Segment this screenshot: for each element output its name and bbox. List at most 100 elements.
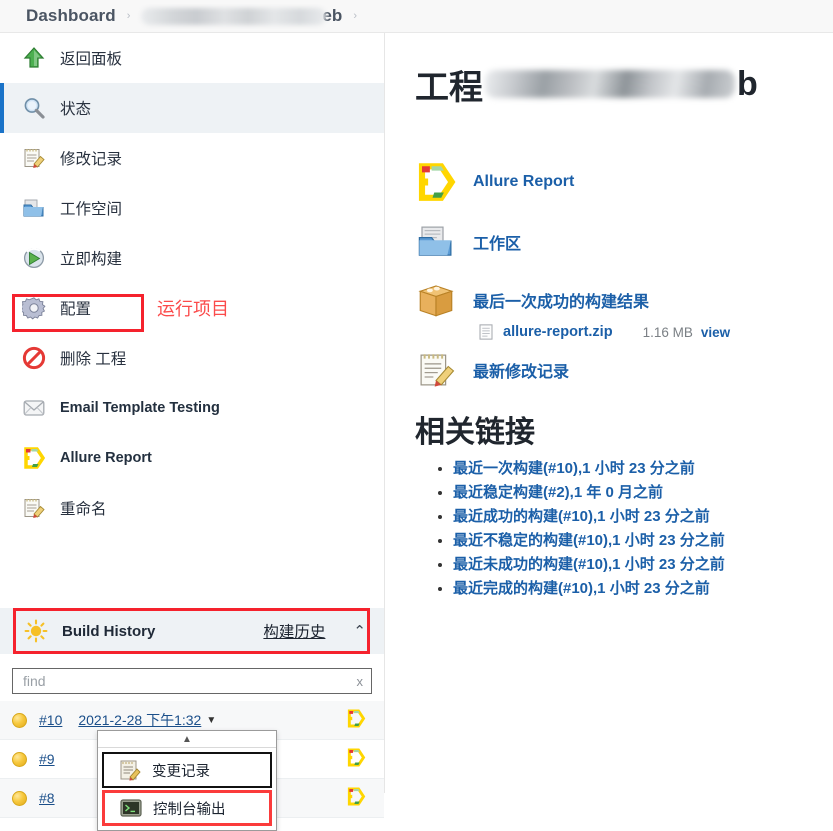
up-arrow-icon [22,46,46,70]
artifact-row: allure-report.zip 1.16 MB view [477,323,833,341]
menu-item-changes-label: 变更记录 [152,763,210,780]
magnifier-icon [22,96,46,120]
notepad-pencil-icon [420,354,455,387]
sidebar-item-2[interactable]: 状态 [0,83,384,133]
sidebar-item-7[interactable]: 删除 工程 [0,333,384,383]
link-row-last-successful-artifacts[interactable]: 最后一次成功的构建结果 [415,279,833,321]
allure-icon [418,163,456,201]
link-last-successful-artifacts[interactable]: 最后一次成功的构建结果 [473,288,649,312]
allure-icon[interactable] [346,748,366,771]
menu-item-changes[interactable]: 变更记录 [102,752,272,788]
sidebar-item-label: Allure Report [60,450,152,466]
related-link[interactable]: 最近完成的构建(#10),1 小时 23 分之前 [453,580,710,597]
document-icon [479,324,493,340]
package-icon [418,285,454,317]
sidebar-item-5[interactable]: 立即构建 [0,233,384,283]
related-link[interactable]: 最近稳定构建(#2),1 年 0 月之前 [453,484,663,501]
link-row-allure-report[interactable]: Allure Report [415,161,833,203]
sidebar-item-label: 立即构建 [60,251,123,268]
allure-icon [22,446,46,470]
main-content: 工程 b Allure Report 工作区 最后一次成功的构建结果 allur… [385,33,833,793]
build-number-link[interactable]: #9 [39,751,55,767]
chevron-down-icon[interactable]: ▼ [206,715,216,726]
link-row-workspace[interactable]: 工作区 [415,221,833,263]
menu-item-console-output[interactable]: 控制台输出 [102,790,272,826]
search-input[interactable] [21,672,357,690]
related-link[interactable]: 最近成功的构建(#10),1 小时 23 分之前 [453,508,710,525]
page-title-prefix: 工程 [415,68,483,107]
breadcrumb-project[interactable]: eb [141,6,342,26]
annotation-run-project: 运行项目 [157,299,229,319]
sidebar-item-label: 修改记录 [60,151,123,168]
artifact-filename[interactable]: allure-report.zip [503,324,613,340]
link-allure-report[interactable]: Allure Report [473,173,574,191]
sidebar-task-list: 返回面板状态修改记录工作空间立即构建配置删除 工程 Email Template … [0,33,384,533]
sidebar-item-9[interactable]: Allure Report [0,433,384,483]
list-item: 最近不稳定的构建(#10),1 小时 23 分之前 [453,529,833,550]
sidebar-item-4[interactable]: 工作空间 [0,183,384,233]
status-ball-icon [12,712,27,728]
artifact-size: 1.16 MB [642,324,693,340]
sidebar: 返回面板状态修改记录工作空间立即构建配置删除 工程 Email Template … [0,33,385,831]
related-link[interactable]: 最近未成功的构建(#10),1 小时 23 分之前 [453,556,725,573]
clear-icon[interactable]: x [357,674,364,689]
allure-icon[interactable] [346,709,366,732]
list-item: 最近未成功的构建(#10),1 小时 23 分之前 [453,553,833,574]
related-links-list: 最近一次构建(#10),1 小时 23 分之前最近稳定构建(#2),1 年 0 … [415,457,833,598]
sidebar-item-label: 状态 [60,101,92,118]
breadcrumb-dashboard[interactable]: Dashboard [26,6,116,26]
link-row-recent-changes[interactable]: 最新修改记录 [415,349,833,391]
menu-item-console-label: 控制台输出 [153,801,226,818]
sidebar-item-label: 返回面板 [60,51,123,68]
breadcrumb: Dashboard › eb › [0,0,833,33]
folder-icon [22,196,46,220]
build-number-link[interactable]: #8 [39,790,55,806]
list-item: 最近成功的构建(#10),1 小时 23 分之前 [453,505,833,526]
console-icon [120,799,142,817]
build-find-box[interactable]: x [12,668,372,694]
list-item: 最近一次构建(#10),1 小时 23 分之前 [453,457,833,478]
sidebar-item-label: 配置 [60,301,92,318]
build-number-link[interactable]: #10 [39,712,62,728]
notepad-pencil-icon [22,146,46,170]
sidebar-item-label: 重命名 [60,501,107,518]
sidebar-item-label: 工作空间 [60,201,123,218]
sidebar-item-1[interactable]: 返回面板 [0,33,384,83]
project-links: Allure Report 工作区 最后一次成功的构建结果 allure-rep… [415,161,833,391]
build-history-header[interactable]: Build History 构建历史 ⌃ [0,608,384,654]
artifact-view-link[interactable]: view [701,325,730,340]
build-date-link[interactable]: 2021-2-28 下午1:32 [78,710,201,730]
redacted-title-text [485,70,735,98]
sidebar-item-label: Email Template Testing [60,400,220,416]
build-context-menu[interactable]: ▲ 变更记录 控制台输出 [97,730,277,831]
sidebar-item-8[interactable]: Email Template Testing [0,383,384,433]
envelope-icon [22,396,46,420]
related-link[interactable]: 最近不稳定的构建(#10),1 小时 23 分之前 [453,532,725,549]
redacted-project-name [141,7,327,25]
sidebar-item-3[interactable]: 修改记录 [0,133,384,183]
sidebar-item-label: 删除 工程 [60,351,127,368]
build-history-title: Build History [62,622,156,640]
list-item: 最近完成的构建(#10),1 小时 23 分之前 [453,577,833,598]
menu-arrow-icon: ▲ [98,731,276,748]
delete-icon [22,346,46,370]
notepad-pencil-icon [120,760,141,781]
breadcrumb-separator-1: › [126,10,131,22]
build-now-icon [22,246,46,270]
related-links-title: 相关链接 [415,416,535,449]
notepad-pencil-icon [22,496,46,520]
status-ball-icon [12,751,27,767]
workspace-icon [418,226,452,256]
related-link[interactable]: 最近一次构建(#10),1 小时 23 分之前 [453,460,695,477]
list-item: 最近稳定构建(#2),1 年 0 月之前 [453,481,833,502]
chevron-up-icon[interactable]: ⌃ [353,622,366,640]
build-history-cn-annotation: 构建历史 [263,624,326,641]
build-find-row: x [0,660,384,700]
link-workspace[interactable]: 工作区 [473,230,521,254]
gear-icon [22,296,46,320]
allure-icon[interactable] [346,787,366,810]
sun-icon [24,619,48,643]
link-recent-changes[interactable]: 最新修改记录 [473,358,569,382]
page-title: 工程 b [415,59,833,109]
sidebar-item-10[interactable]: 重命名 [0,483,384,533]
